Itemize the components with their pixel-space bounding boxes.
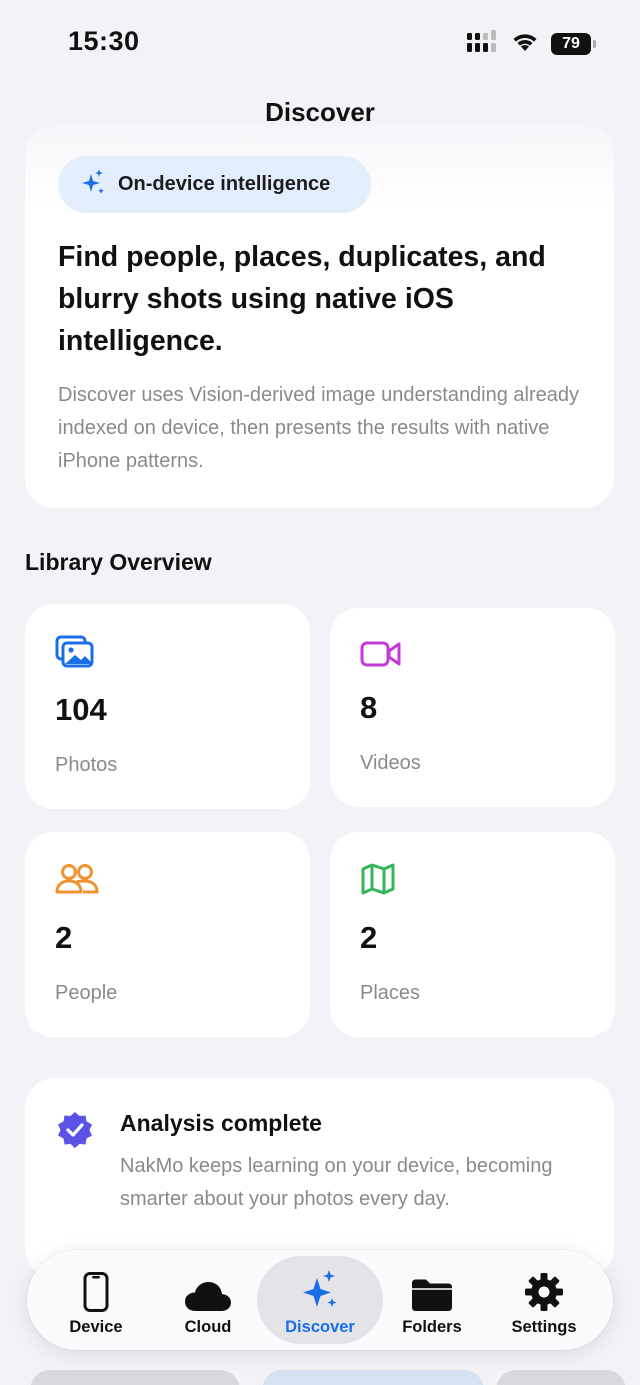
stat-value: 8 (360, 690, 378, 725)
stat-label: Places (360, 982, 421, 1004)
content-preview (496, 1370, 626, 1385)
sparkles-icon (300, 1266, 340, 1312)
stat-card-places[interactable]: 2 Places (330, 832, 615, 1037)
map-icon (360, 862, 396, 901)
sparkles-icon (80, 168, 106, 201)
stat-card-videos[interactable]: 8 Videos (330, 608, 615, 807)
hero-description: Discover uses Vision-derived image under… (58, 384, 580, 472)
stat-value: 104 (55, 692, 107, 727)
stat-value: 2 (360, 920, 378, 955)
analysis-title: Analysis complete (120, 1110, 322, 1136)
tab-device[interactable]: Device (39, 1256, 153, 1344)
tab-label: Device (69, 1318, 123, 1336)
tab-label: Cloud (184, 1318, 232, 1336)
people-icon (55, 862, 99, 901)
tab-discover[interactable]: Discover (257, 1256, 383, 1344)
stat-label: People (55, 982, 118, 1004)
gear-icon (524, 1266, 564, 1312)
tab-bar: Device Cloud Discover Folders Settings (27, 1250, 613, 1350)
verified-badge-icon (55, 1110, 95, 1155)
intelligence-badge: On-device intelligence (58, 156, 371, 213)
cloud-icon (184, 1266, 232, 1312)
battery-level: 79 (551, 32, 591, 55)
tab-label: Settings (511, 1318, 577, 1336)
content-preview (30, 1370, 240, 1385)
status-icons: 79 (467, 30, 596, 57)
tab-cloud[interactable]: Cloud (151, 1256, 265, 1344)
library-overview-heading: Library Overview (25, 549, 212, 575)
stat-label: Photos (55, 754, 118, 776)
analysis-description: NakMo keeps learning on your device, bec… (120, 1155, 553, 1210)
status-time: 15:30 (68, 26, 140, 56)
cellular-signal-icon (467, 30, 499, 57)
photos-icon (55, 634, 95, 675)
stat-value: 2 (55, 920, 73, 955)
tab-settings[interactable]: Settings (487, 1256, 601, 1344)
folder-icon (410, 1266, 454, 1312)
content-preview (262, 1370, 484, 1385)
stat-card-photos[interactable]: 104 Photos (25, 604, 310, 809)
analysis-status-card: Analysis complete NakMo keeps learning o… (25, 1078, 614, 1278)
intelligence-card: On-device intelligence Find people, plac… (25, 126, 614, 508)
tab-label: Folders (402, 1318, 462, 1336)
intelligence-badge-label: On-device intelligence (118, 173, 331, 195)
wifi-icon (511, 30, 539, 57)
tab-folders[interactable]: Folders (375, 1256, 489, 1344)
battery-icon: 79 (551, 32, 596, 55)
video-camera-icon (360, 638, 402, 675)
page-title: Discover (265, 97, 375, 127)
phone-icon (83, 1266, 109, 1312)
tab-label: Discover (285, 1318, 355, 1336)
hero-title: Find people, places, duplicates, and blu… (58, 241, 546, 357)
stat-label: Videos (360, 752, 421, 774)
status-bar: 15:30 79 (0, 0, 640, 86)
stat-card-people[interactable]: 2 People (25, 832, 310, 1037)
